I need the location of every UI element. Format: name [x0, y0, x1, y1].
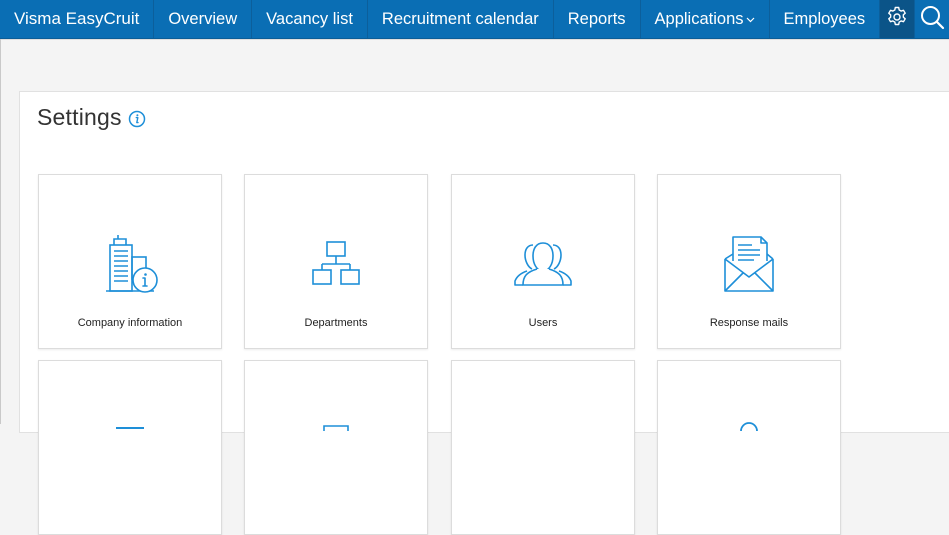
top-navigation: Visma EasyCruit Overview Vacancy list Re… — [0, 0, 949, 39]
tile-departments[interactable]: Departments — [244, 174, 428, 349]
tile-row2-1[interactable] — [38, 360, 222, 535]
gear-icon — [885, 5, 909, 34]
settings-panel: Settings Company information Departments… — [19, 91, 949, 535]
nav-applications-label: Applications — [654, 9, 744, 28]
tile-row2-3[interactable] — [451, 360, 635, 535]
tile-response-mails[interactable]: Response mails — [657, 174, 841, 349]
tile-label: Company information — [77, 317, 183, 329]
building-info-icon — [98, 231, 162, 300]
search-button[interactable] — [914, 0, 949, 38]
tile-label: Response mails — [709, 317, 789, 329]
tile-company-information[interactable]: Company information — [38, 174, 222, 349]
nav-overview[interactable]: Overview — [154, 0, 253, 38]
page-left-border — [0, 39, 1, 424]
tile-row2-2[interactable] — [244, 360, 428, 535]
nav-divider — [0, 39, 949, 40]
tile-users[interactable]: Users — [451, 174, 635, 349]
nav-vacancy-list[interactable]: Vacancy list — [252, 0, 368, 38]
tile-icon-partial — [110, 419, 150, 437]
tile-label: Departments — [304, 317, 368, 329]
nav-reports[interactable]: Reports — [554, 0, 641, 38]
search-icon — [919, 4, 945, 35]
page-title: Settings — [37, 104, 122, 130]
settings-button[interactable] — [880, 0, 915, 38]
tile-icon-partial — [316, 419, 356, 437]
chevron-down-icon — [746, 15, 755, 26]
nav-applications[interactable]: Applications — [641, 0, 770, 38]
brand-link[interactable]: Visma EasyCruit — [0, 0, 155, 38]
tile-row2-4[interactable] — [657, 360, 841, 535]
envelope-letter-icon — [717, 231, 781, 300]
users-group-icon — [509, 231, 577, 300]
nav-employees[interactable]: Employees — [770, 0, 881, 38]
tile-icon-partial — [729, 419, 769, 437]
tile-label: Users — [528, 317, 558, 329]
org-chart-icon — [304, 231, 368, 300]
nav-recruitment-calendar[interactable]: Recruitment calendar — [368, 0, 554, 38]
info-icon[interactable] — [128, 110, 146, 128]
